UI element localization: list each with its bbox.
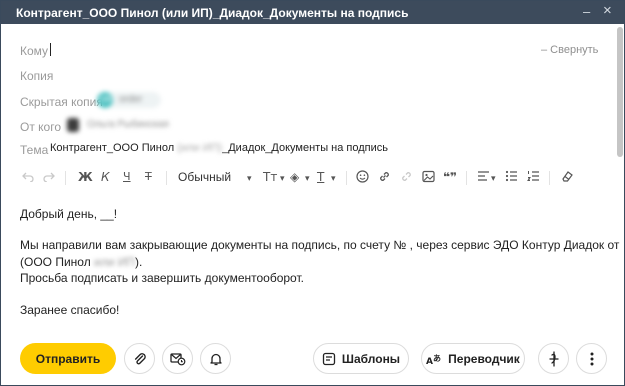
- reminder-button[interactable]: [200, 343, 231, 374]
- subject-text-2: _Диадок_Документы на подпись: [222, 142, 388, 154]
- window-title: Контрагент_ООО Пинол (или ИП)_Диадок_Док…: [16, 6, 409, 20]
- minimize-button[interactable]: –: [583, 4, 590, 20]
- body-line-2-blurred: или ИП: [94, 255, 136, 269]
- body-line-2-text-2: ).: [135, 255, 143, 269]
- sender-name: Ольга Рыбинская: [87, 119, 169, 130]
- quote-button[interactable]: ❝❞: [443, 170, 457, 184]
- body-line-3: Просьба подписать и завершить документоо…: [20, 271, 304, 285]
- translator-label: Переводчик: [448, 351, 520, 366]
- redo-icon[interactable]: [43, 170, 55, 185]
- subject-text-blurred: (или ИП): [177, 142, 223, 154]
- bcc-label: Скрытая копия: [20, 95, 103, 109]
- signature-icon: [548, 350, 559, 367]
- font-size-button[interactable]: Tт: [263, 170, 277, 184]
- body-closing: Заранее спасибо!: [20, 303, 120, 317]
- fill-color-button[interactable]: ◈: [290, 170, 299, 184]
- toolbar-divider: [346, 171, 347, 185]
- more-button[interactable]: [576, 343, 607, 374]
- body-line-1: Мы направили вам закрывающие документы н…: [20, 238, 620, 252]
- style-chevron-down-icon[interactable]: ▾: [247, 172, 252, 186]
- toolbar-divider: [549, 171, 550, 185]
- scheduled-mail-icon: [169, 352, 185, 365]
- fill-chevron-down-icon[interactable]: ▾: [305, 172, 310, 186]
- paragraph-style-select[interactable]: Обычный: [178, 170, 231, 184]
- send-button[interactable]: Отправить: [20, 343, 116, 374]
- scheduled-send-button[interactable]: [162, 343, 193, 374]
- undo-icon[interactable]: [22, 170, 34, 185]
- underline-button[interactable]: Ч: [123, 170, 131, 184]
- title-bar: Контрагент_ООО Пинол (или ИП)_Диадок_Док…: [1, 1, 624, 24]
- format-toolbar: Ж К Ч Т ▾ Tт ▾ ◈ ▾ T ▾ ❝❞ ▾: [1, 167, 623, 189]
- eraser-icon[interactable]: [561, 170, 574, 186]
- compose-window: Контрагент_ООО Пинол (или ИП)_Диадок_Док…: [0, 0, 625, 386]
- body-line-2-text-1: (ООО Пинол: [20, 255, 95, 269]
- toolbar-divider: [65, 171, 66, 185]
- translator-button[interactable]: Aあ Переводчик: [421, 343, 525, 374]
- sender-avatar: [67, 118, 79, 132]
- vertical-scrollbar[interactable]: [617, 27, 623, 157]
- templates-button[interactable]: Шаблоны: [313, 343, 409, 374]
- unlink-icon[interactable]: [400, 170, 413, 186]
- templates-icon: [322, 352, 336, 365]
- italic-button[interactable]: К: [101, 170, 110, 184]
- svg-text:あ: あ: [433, 354, 441, 363]
- to-input-caret[interactable]: [50, 43, 51, 56]
- signature-button[interactable]: [538, 343, 569, 374]
- align-chevron-down-icon[interactable]: ▾: [491, 172, 496, 186]
- svg-text:A: A: [426, 357, 433, 366]
- strikethrough-button[interactable]: Т: [145, 170, 152, 184]
- link-icon[interactable]: [378, 170, 391, 186]
- text-color-chevron-down-icon[interactable]: ▾: [331, 172, 336, 186]
- bold-button[interactable]: Ж: [78, 170, 93, 184]
- bell-icon: [209, 353, 222, 365]
- subject-text-1: Контрагент_ООО Пинол: [50, 142, 178, 154]
- recipient-initials: OR: [100, 95, 112, 104]
- to-label: Кому: [20, 44, 49, 58]
- emoji-icon[interactable]: [356, 170, 369, 186]
- font-size-chevron-down-icon[interactable]: ▾: [280, 172, 285, 186]
- recipient-text: order: [119, 94, 143, 105]
- from-label: От кого: [20, 120, 62, 134]
- body-line-2: (ООО Пинол или ИП).: [20, 255, 142, 269]
- bulleted-list-icon[interactable]: [505, 170, 518, 185]
- paperclip-icon: [134, 352, 146, 364]
- subject-label: Тема: [20, 143, 49, 157]
- cc-label: Копия: [20, 69, 54, 83]
- close-button[interactable]: ×: [603, 3, 612, 19]
- numbered-list-icon[interactable]: [527, 170, 540, 185]
- templates-label: Шаблоны: [341, 351, 401, 366]
- attach-button[interactable]: [124, 343, 155, 374]
- toolbar-divider: [466, 171, 467, 185]
- toolbar-divider: [166, 171, 167, 185]
- image-icon[interactable]: [422, 170, 435, 186]
- collapse-link[interactable]: – Свернуть: [541, 44, 598, 56]
- more-vertical-icon: [590, 352, 593, 365]
- body-greeting: Добрый день, __!: [20, 207, 118, 221]
- translate-icon: Aあ: [426, 354, 441, 366]
- subject-input[interactable]: Контрагент_ООО Пинол (или ИП)_Диадок_Док…: [50, 142, 388, 154]
- text-color-button[interactable]: T: [317, 170, 324, 184]
- align-icon[interactable]: [477, 170, 490, 185]
